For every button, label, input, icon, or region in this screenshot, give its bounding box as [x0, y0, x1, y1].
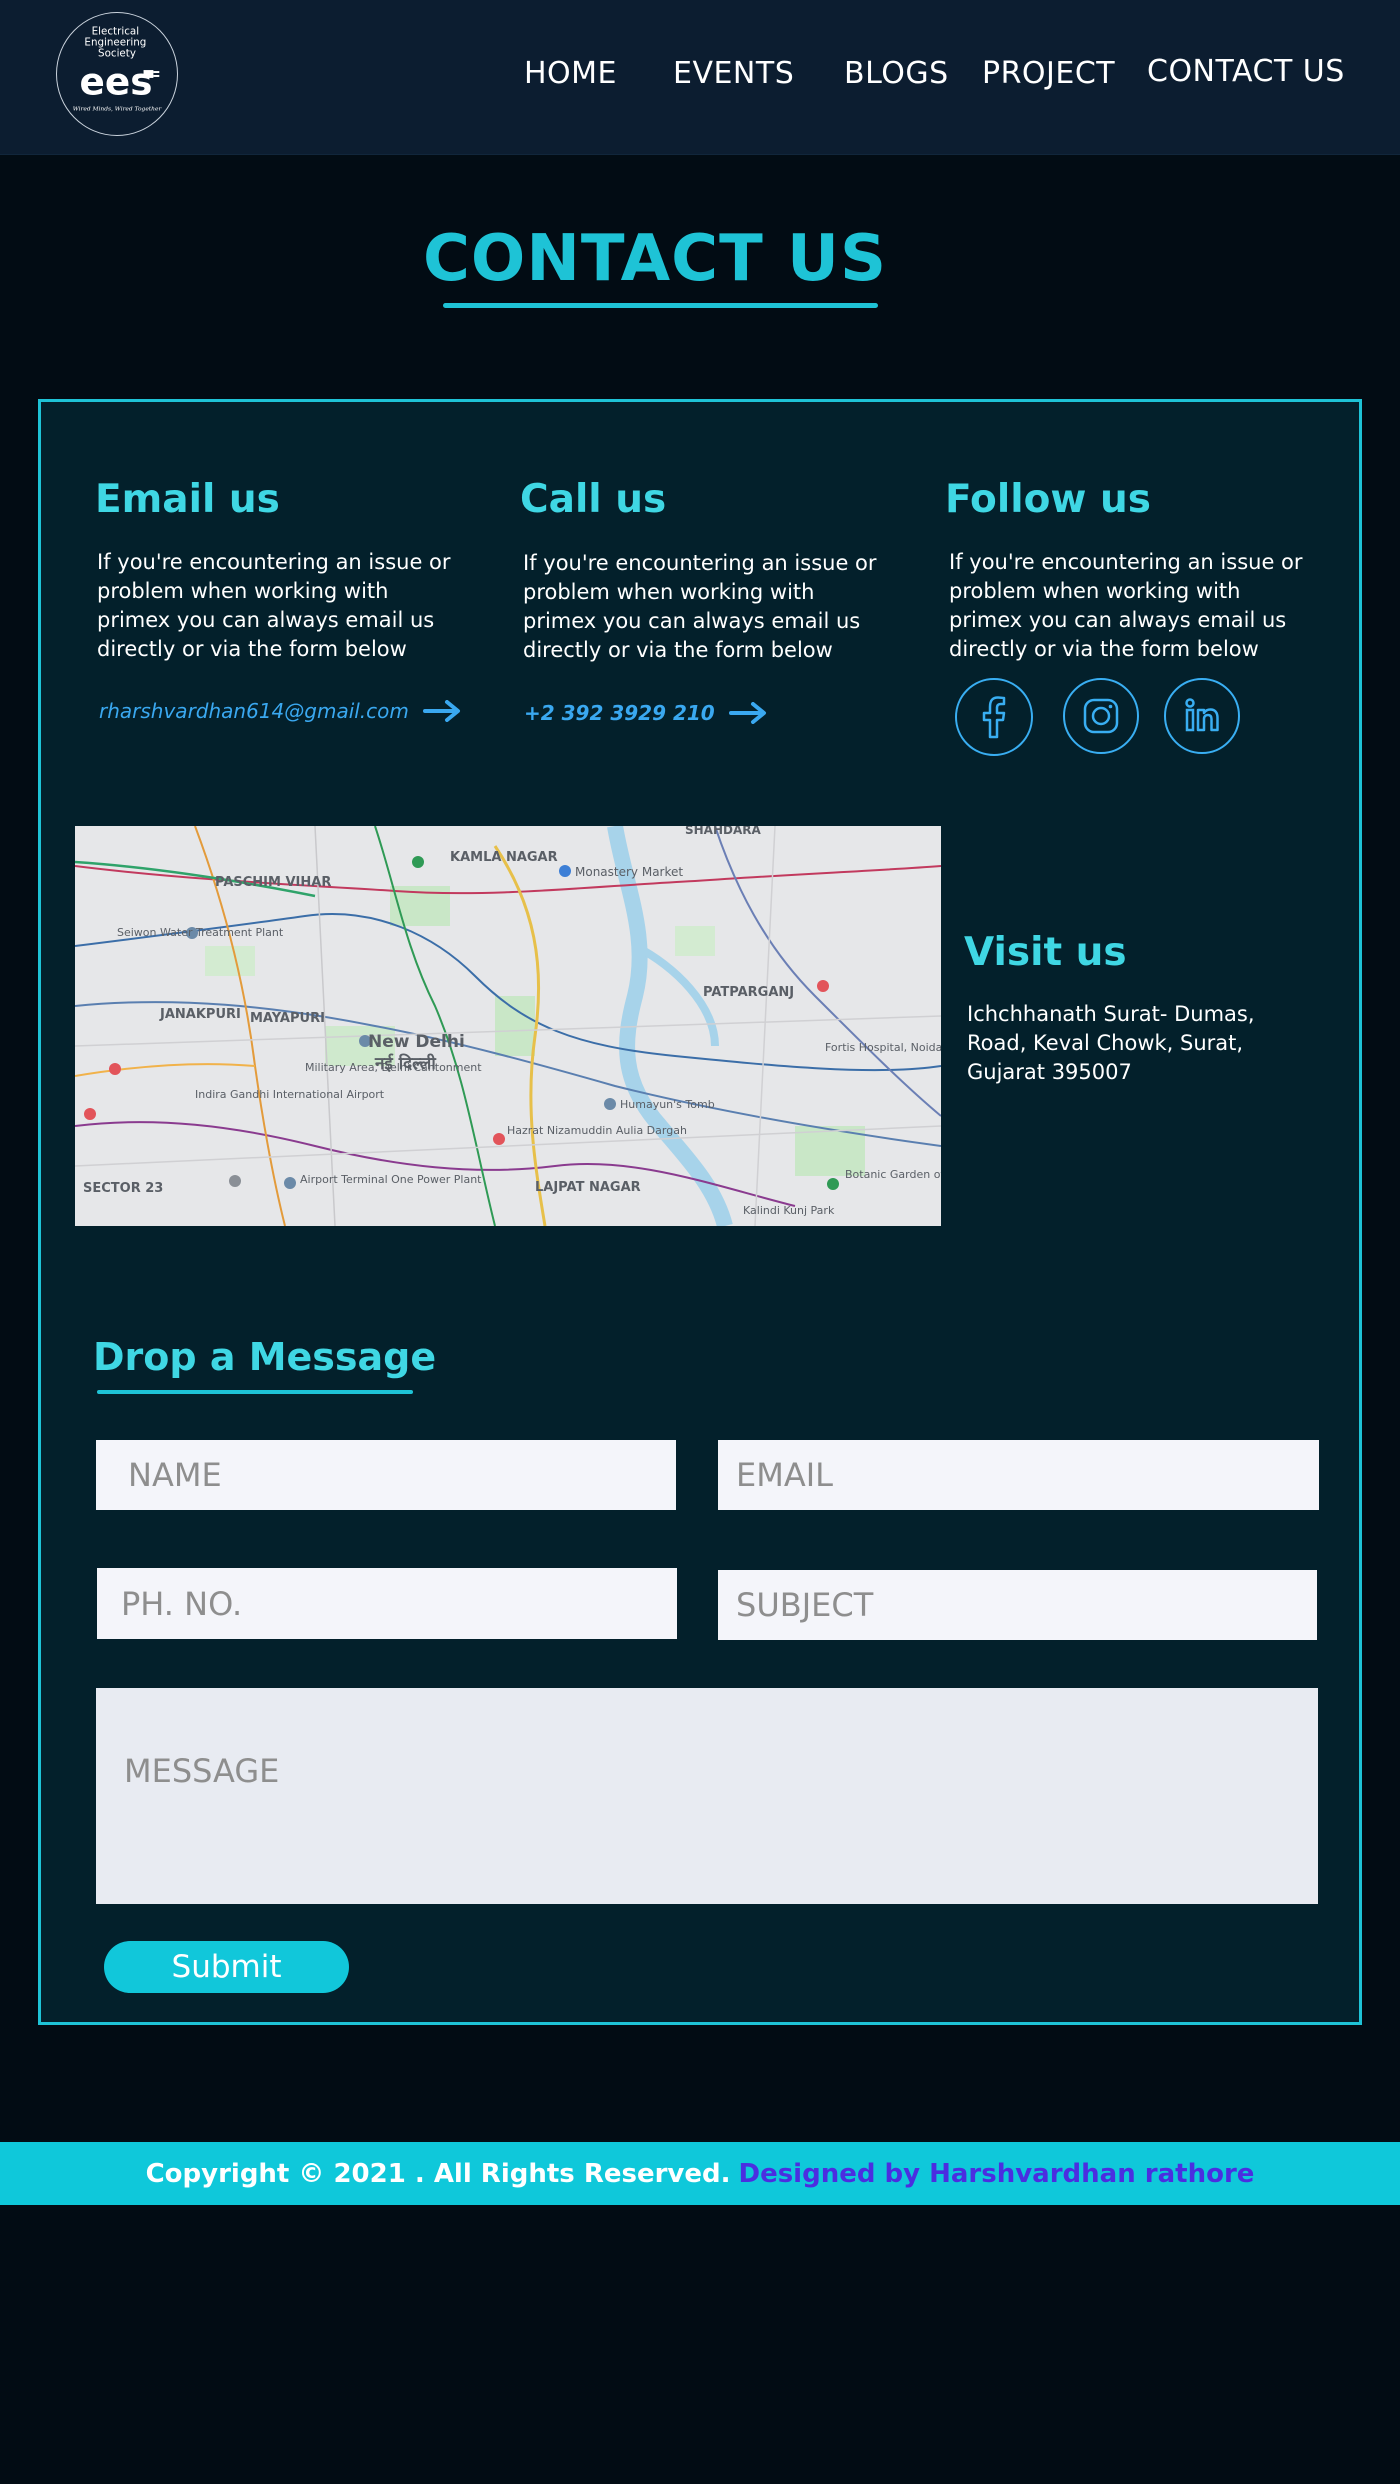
navbar: Electrical Engineering Society ees Wired… [0, 0, 1400, 155]
footer: Copyright © 2021 . All Rights Reserved. … [0, 2142, 1400, 2205]
facebook-button[interactable] [955, 678, 1033, 756]
map-label-humayun: Humayun's Tomb [620, 1098, 715, 1111]
email-us-text: If you're encountering an issue or probl… [97, 550, 451, 661]
call-us-text: If you're encountering an issue or probl… [523, 551, 877, 662]
nav-blogs[interactable]: BLOGS [844, 56, 949, 91]
nav-events[interactable]: EVENTS [673, 56, 794, 91]
form-heading: Drop a Message [93, 1335, 437, 1379]
name-input[interactable] [96, 1440, 676, 1510]
email-us-heading: Email us [95, 477, 280, 522]
logo-emblem-icon: Electrical Engineering Society ees Wired… [73, 26, 163, 113]
instagram-icon [1083, 698, 1119, 734]
map-label-lajpat-nagar: LAJPAT NAGAR [535, 1180, 641, 1195]
message-textarea[interactable] [96, 1688, 1318, 1904]
arrow-right-icon [728, 702, 766, 724]
phone-input[interactable] [97, 1568, 677, 1639]
map-label-military-area: Military Area, Delhi Cantonment [305, 1061, 482, 1074]
map-label-janakpuri: JANAKPURI [159, 1007, 241, 1022]
nav-contact-us[interactable]: CONTACT US [1147, 54, 1345, 89]
contact-panel: Email us If you're encountering an issue… [38, 399, 1362, 2025]
map-label-airport: Indira Gandhi International Airport [195, 1088, 385, 1101]
svg-text:Wired Minds, Wired Together: Wired Minds, Wired Together [73, 106, 163, 112]
phone-number[interactable]: +2 392 3929 210 [524, 701, 715, 725]
linkedin-button[interactable] [1164, 678, 1240, 754]
facebook-icon [982, 696, 1006, 739]
instagram-button[interactable] [1063, 678, 1139, 754]
map-label-fortis: Fortis Hospital, Noida [825, 1041, 941, 1054]
map-label-airport-terminal: Airport Terminal One Power Plant [300, 1173, 482, 1186]
svg-text:ees: ees [80, 60, 153, 104]
title-underline [443, 303, 878, 308]
footer-copyright: Copyright © 2021 . All Rights Reserved. [145, 2158, 731, 2189]
location-map[interactable]: PASCHIM VIHAR KAMLA NAGAR SHAHDARA Monas… [75, 826, 941, 1226]
footer-credit-link[interactable]: Designed by Harshvardhan rathore [738, 2159, 1254, 2189]
submit-button[interactable]: Submit [104, 1941, 349, 1993]
map-label-seiwon: Seiwon Water Treatment Plant [117, 926, 284, 939]
form-heading-underline [97, 1390, 413, 1394]
subject-input[interactable] [718, 1570, 1317, 1640]
visit-address: Ichchhanath Surat- Dumas, Road, Keval Ch… [967, 1002, 1255, 1084]
map-label-patparganj: PATPARGANJ [703, 985, 794, 1000]
map-label-kamla-nagar: KAMLA NAGAR [450, 850, 558, 865]
ees-logo[interactable]: Electrical Engineering Society ees Wired… [56, 12, 178, 136]
map-label-shahdara: SHAHDARA [685, 826, 762, 837]
nav-project[interactable]: PROJECT [982, 56, 1115, 91]
email-link[interactable]: rharshvardhan614@gmail.com [99, 699, 461, 723]
map-label-new-delhi: New Delhi [368, 1032, 465, 1052]
map-graphic: PASCHIM VIHAR KAMLA NAGAR SHAHDARA Monas… [75, 826, 941, 1226]
follow-us-text: If you're encountering an issue or probl… [949, 550, 1303, 661]
map-label-nizamuddin: Hazrat Nizamuddin Aulia Dargah [507, 1124, 687, 1137]
page-title: CONTACT US [422, 222, 888, 296]
arrow-right-icon [422, 700, 460, 722]
visit-us-heading: Visit us [964, 930, 1127, 975]
call-us-heading: Call us [520, 477, 667, 522]
linkedin-icon [1185, 698, 1219, 732]
map-label-kalindi: Kalindi Kunj Park [743, 1204, 835, 1217]
map-label-paschim-vihar: PASCHIM VIHAR [215, 875, 331, 890]
map-label-botanic: Botanic Garden of Indian Republic [845, 1168, 941, 1181]
phone-link[interactable]: +2 392 3929 210 [524, 701, 767, 725]
map-label-mayapuri: MAYAPURI [250, 1011, 325, 1026]
follow-us-heading: Follow us [945, 477, 1151, 522]
map-label-monastery-market: Monastery Market [575, 865, 683, 879]
svg-text:Electrical Engineering: Electrical Engineering Society [84, 26, 149, 60]
map-label-sector-23: SECTOR 23 [83, 1181, 163, 1196]
email-address[interactable]: rharshvardhan614@gmail.com [99, 699, 409, 723]
email-input[interactable] [718, 1440, 1319, 1510]
nav-home[interactable]: HOME [524, 56, 617, 91]
